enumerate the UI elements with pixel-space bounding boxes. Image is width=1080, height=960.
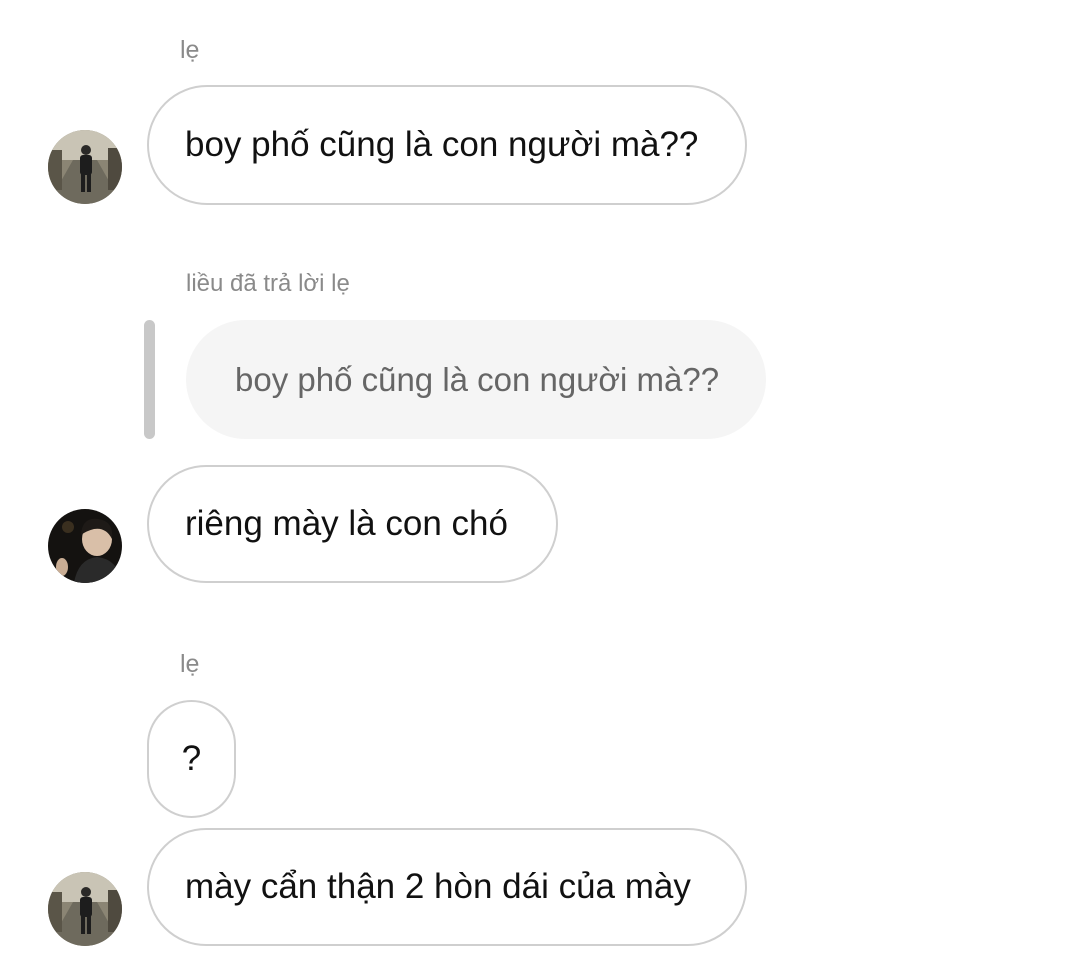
street-photo-avatar-icon <box>48 130 122 204</box>
message-bubble[interactable]: boy phố cũng là con người mà?? <box>147 85 747 205</box>
sender-avatar[interactable] <box>48 872 122 946</box>
reply-indicator-bar <box>144 320 155 439</box>
message-bubble[interactable]: ? <box>147 700 236 818</box>
selfie-avatar-icon <box>48 509 122 583</box>
message-bubble[interactable]: mày cẩn thận 2 hòn dái của mày <box>147 828 747 946</box>
quoted-message-text: boy phố cũng là con người mà?? <box>235 360 720 398</box>
message-text: riêng mày là con chó <box>185 504 508 543</box>
reply-label: liều đã trả lời lẹ <box>186 270 350 297</box>
message-text: ? <box>181 739 202 778</box>
sender-name: lẹ <box>180 36 200 64</box>
quoted-message[interactable]: boy phố cũng là con người mà?? <box>186 320 766 439</box>
my-avatar[interactable] <box>48 509 122 583</box>
sender-avatar[interactable] <box>48 130 122 204</box>
street-photo-avatar-icon <box>48 872 122 946</box>
message-bubble[interactable]: riêng mày là con chó <box>147 465 558 583</box>
message-text: mày cẩn thận 2 hòn dái của mày <box>185 867 691 906</box>
message-text: boy phố cũng là con người mà?? <box>185 125 699 164</box>
sender-name: lẹ <box>180 650 200 678</box>
